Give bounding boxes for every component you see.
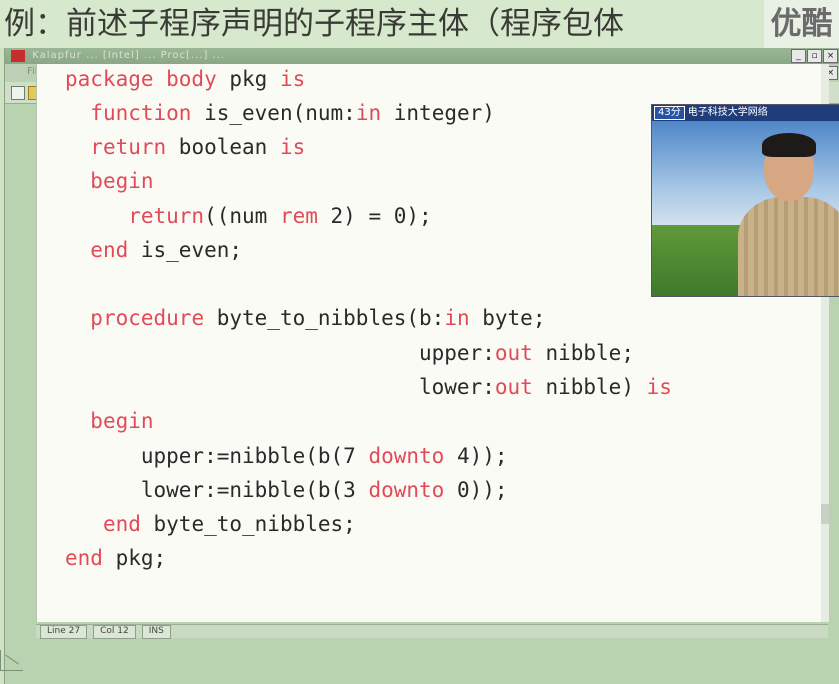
code-keyword: downto <box>368 478 445 502</box>
video-header: 43分 电子科技大学网络 <box>652 105 839 121</box>
code-keyword: out <box>494 375 533 399</box>
window-controls: _ ▫ × <box>791 49 838 63</box>
slide-title: 例：前述子程序声明的子程序主体（程序包体 <box>0 0 839 48</box>
code-line[interactable]: begin <box>65 406 154 436</box>
watermark-logo: 优酷 <box>764 0 839 48</box>
code-text: upper: <box>65 341 495 365</box>
minimize-button[interactable]: _ <box>791 49 806 63</box>
status-bar: Line 27 Col 12 INS <box>36 624 828 639</box>
code-line[interactable]: begin <box>65 166 154 196</box>
code-line[interactable]: function is_even(num:in integer) <box>65 98 495 128</box>
lecturer-hair <box>762 133 816 157</box>
code-text: 2) = 0); <box>317 204 432 228</box>
code-line[interactable]: end byte_to_nibbles; <box>65 509 356 539</box>
window-titlebar: Kalapfur ... [Intel] ... Proc[...] ... _… <box>5 48 839 64</box>
new-file-icon[interactable] <box>11 85 25 100</box>
code-line[interactable]: end pkg; <box>65 543 166 573</box>
code-text: byte_to_nibbles; <box>140 512 356 536</box>
video-caption: 电子科技大学网络 <box>687 107 768 118</box>
code-text: upper:=nibble(b(7 <box>65 444 369 468</box>
code-line[interactable]: procedure byte_to_nibbles(b:in byte; <box>65 303 545 333</box>
code-keyword: is <box>646 375 672 399</box>
watermark-text: 优酷 <box>770 6 833 42</box>
code-text: lower:=nibble(b(3 <box>65 478 369 502</box>
code-keyword: package body <box>65 67 217 91</box>
app-icon <box>11 50 25 62</box>
code-text: lower: <box>65 375 495 399</box>
code-keyword: begin <box>90 169 154 193</box>
code-line[interactable]: end is_even; <box>65 235 242 265</box>
code-keyword: out <box>494 341 533 365</box>
code-line[interactable]: return((num rem 2) = 0); <box>65 201 432 231</box>
video-badge: 43分 <box>654 106 685 120</box>
resize-corner-icon[interactable] <box>0 650 23 671</box>
code-keyword: return <box>90 135 167 159</box>
code-keyword: is <box>279 135 306 159</box>
slide-title-text: 例：前述子程序声明的子程序主体（程序包体 <box>4 6 624 42</box>
code-keyword: in <box>444 306 470 330</box>
code-text: nibble) <box>532 375 647 399</box>
code-keyword: downto <box>368 444 445 468</box>
code-text: pkg <box>216 67 280 91</box>
status-line: Line 27 <box>40 625 88 639</box>
code-keyword: is <box>279 67 306 91</box>
code-line[interactable]: upper:out nibble; <box>65 338 634 368</box>
code-keyword: return <box>128 204 205 228</box>
code-keyword: function <box>90 101 192 125</box>
code-text: is_even(num: <box>191 101 356 125</box>
code-keyword: end <box>65 546 103 570</box>
scrollbar-thumb[interactable] <box>821 504 829 524</box>
code-line[interactable]: return boolean is <box>65 132 305 162</box>
code-keyword: procedure <box>90 306 205 330</box>
code-line[interactable]: lower:out nibble) is <box>65 372 672 402</box>
window-title: Kalapfur ... [Intel] ... Proc[...] ... <box>32 50 226 61</box>
code-keyword: end <box>90 238 129 262</box>
code-text: nibble; <box>532 341 634 365</box>
code-text: ((num <box>204 204 280 228</box>
code-text: byte_to_nibbles(b: <box>204 306 445 330</box>
maximize-button[interactable]: ▫ <box>807 49 822 63</box>
code-text: is_even; <box>128 238 243 262</box>
code-line[interactable]: package body pkg is <box>65 64 305 94</box>
code-text: boolean <box>166 135 280 159</box>
lecturer-body <box>738 197 839 296</box>
code-keyword: rem <box>279 204 318 228</box>
code-keyword: begin <box>90 409 154 433</box>
code-text: 4)); <box>444 444 508 468</box>
code-keyword: end <box>102 512 141 536</box>
code-line[interactable]: upper:=nibble(b(7 downto 4)); <box>65 441 508 471</box>
status-col: Col 12 <box>93 625 136 639</box>
close-button[interactable]: × <box>823 49 838 63</box>
status-mode: INS <box>141 625 171 639</box>
code-keyword: in <box>355 101 382 125</box>
code-text: 0)); <box>444 478 508 502</box>
code-text: integer) <box>381 101 495 125</box>
code-text: byte; <box>469 306 546 330</box>
lecturer-video: 43分 电子科技大学网络 <box>651 104 839 297</box>
code-text: pkg; <box>102 546 167 570</box>
code-line[interactable]: lower:=nibble(b(3 downto 0)); <box>65 475 508 505</box>
